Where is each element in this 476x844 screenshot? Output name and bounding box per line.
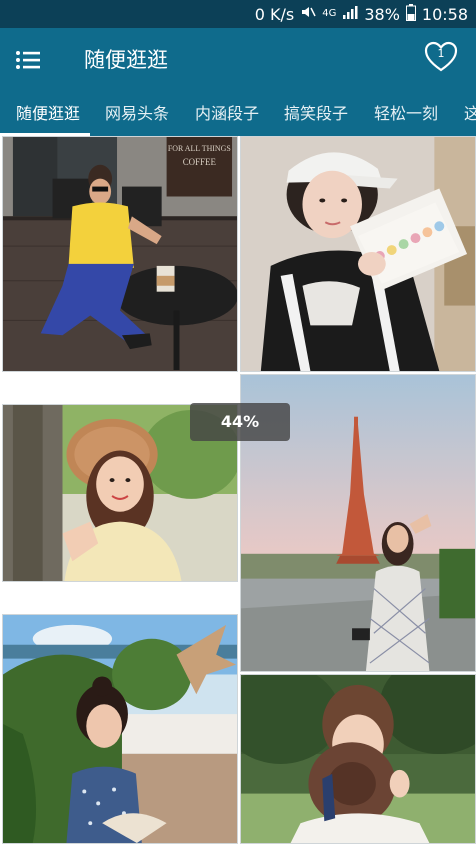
photo-card-6[interactable] (240, 674, 476, 844)
tab-bar: 随便逛逛 网易头条 内涵段子 搞笑段子 轻松一刻 这 (0, 92, 476, 136)
photo-white-cap-macarons (241, 137, 475, 371)
photo-card-2[interactable] (240, 136, 476, 372)
status-bar: 0 K/s 4G 38% 10:58 (0, 0, 476, 28)
favorites-count: 1 (437, 47, 445, 60)
network-type: 4G (322, 8, 337, 19)
battery-percent: 38% (364, 4, 400, 24)
photo-cafe-yellow-shirt: FOR ALL THINGS COFFEE (3, 137, 237, 371)
loading-progress-toast: 44% (190, 403, 290, 441)
photo-grid[interactable]: FOR ALL THINGS COFFEE (0, 136, 476, 844)
menu-list-icon[interactable] (14, 46, 42, 74)
photo-card-1[interactable]: FOR ALL THINGS COFFEE (2, 136, 238, 372)
tab-funny-jokes[interactable]: 搞笑段子 (284, 92, 348, 136)
photo-card-5[interactable] (2, 614, 238, 844)
clock: 10:58 (421, 4, 468, 24)
signal-icon (342, 4, 358, 24)
page-title: 随便逛逛 (84, 48, 168, 72)
favorites-button[interactable]: 1 (424, 40, 458, 74)
tab-netease-headlines[interactable]: 网易头条 (105, 92, 169, 136)
tab-more[interactable]: 这 (464, 92, 476, 136)
photo-bird-statue-fan (3, 615, 237, 843)
app-bar: 随便逛逛 1 (0, 28, 476, 92)
tab-random-browse[interactable]: 随便逛逛 (16, 92, 80, 136)
tab-relax-moment[interactable]: 轻松一刻 (374, 92, 438, 136)
sign-line-2: COFFEE (183, 157, 216, 167)
net-speed: 0 K/s (254, 4, 295, 24)
photo-brown-hat-grass (241, 675, 475, 843)
mute-icon (300, 4, 316, 24)
battery-icon (405, 3, 416, 25)
sign-line-1: FOR ALL THINGS (168, 144, 231, 153)
tab-neihan-jokes[interactable]: 内涵段子 (195, 92, 259, 136)
